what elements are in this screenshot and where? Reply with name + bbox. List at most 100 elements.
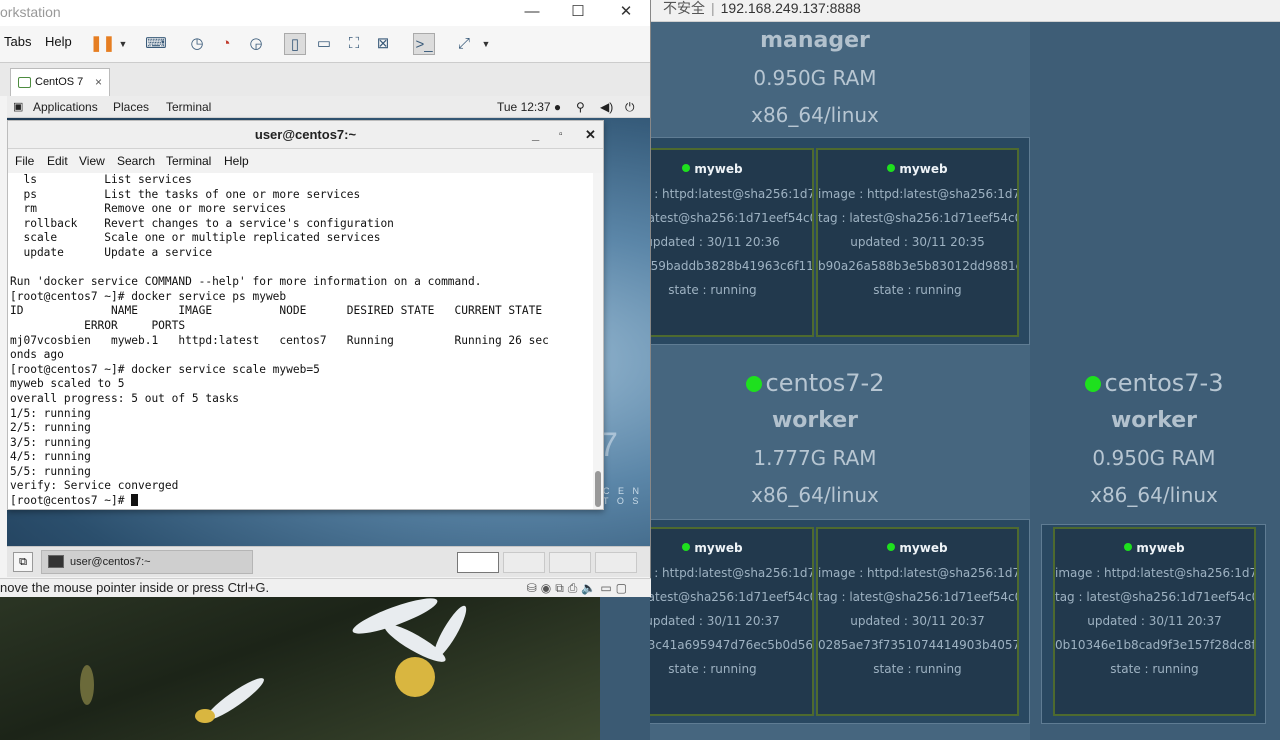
show-desktop-button[interactable]: ⧉ [13,552,33,572]
snapshot-manager-icon[interactable]: ◶ [245,33,267,55]
task-name: myweb [899,541,948,555]
terminal-line: scale Scale one or multiple replicated s… [10,231,381,245]
guest-screen[interactable]: 7 C E N T O S ▣ Applications Places Term… [7,96,650,577]
pause-icon[interactable]: ❚❚ [90,33,115,55]
task-tag: tag : latest@sha256:1d71eef54c084 [650,590,812,604]
online-dot-icon [745,376,762,392]
terminal-output[interactable]: ls List services ps List the tasks of on… [8,173,593,509]
maximize-button[interactable]: ☐ [555,0,601,26]
network-icon[interactable]: ⚲ [576,96,585,118]
task-card[interactable]: myweb image : httpd:latest@sha256:1d71e … [1053,527,1256,716]
task-card[interactable]: myweb image : httpd:latest@sha256:1d71e … [816,148,1019,337]
task-image: image : httpd:latest@sha256:1d71e [650,187,812,201]
menu-terminal[interactable]: Terminal [166,96,211,118]
terminal-icon [48,555,64,568]
menu-applications[interactable]: Applications [33,96,98,118]
stretch-icon[interactable]: ⤢ [453,33,475,55]
task-updated: updated : 30/11 20:37 [650,614,780,628]
vmware-statusbar: nove the mouse pointer inside or press C… [0,578,651,597]
snapshot-icon[interactable]: ◷ [186,33,208,55]
tab-centos7[interactable]: CentOS 7 × [10,68,110,97]
terminal-icon[interactable]: >_ [413,33,435,55]
node-arch: x86_64/linux [751,103,879,127]
menu-view[interactable]: View [79,149,105,173]
terminal-line: [root@centos7 ~]# docker service ps mywe… [10,289,287,303]
menu-tabs[interactable]: Tabs [4,34,31,49]
vmware-titlebar[interactable]: orkstation — ☐ ✕ [0,0,650,26]
node-arch: x86_64/linux [1090,483,1218,507]
menu-terminal[interactable]: Terminal [166,149,211,173]
volume-icon[interactable]: ◀) [600,96,613,118]
task-card[interactable]: myweb image : httpd:latest@sha256:1d71e … [650,527,814,716]
task-id: 0285ae73f7351074414903b4057c [818,638,1017,652]
browser-address-bar[interactable]: 不安全 | 192.168.249.137:8888 [650,0,1280,22]
terminal-close-button[interactable]: ✕ [585,121,596,149]
status-dot-icon [1124,543,1133,551]
vmware-window: orkstation — ☐ ✕ Tabs Help ❚❚ ▼ ⌨ ◷ ◔ ◶ … [0,0,651,578]
worker1-node-header: centos7-2 worker 1.777G RAM x86_64/linux [650,364,980,514]
terminal-line: overall progress: 5 out of 5 tasks [10,391,240,405]
close-button[interactable]: ✕ [603,0,649,26]
manager-node-header: manager 0.950G RAM x86_64/linux [650,22,980,134]
workspace-1[interactable] [457,552,499,573]
terminal-prompt-line[interactable]: [root@centos7 ~]# [10,494,593,509]
terminal-line: update Update a service [10,245,213,259]
task-state: state : running [668,662,757,676]
terminal-prompt: [root@centos7 ~]# [10,494,132,508]
terminal-titlebar[interactable]: user@centos7:~ _ ▫ ✕ [8,121,603,149]
device-icons[interactable]: ⛁◉⧉⎙🔈▭▢ [527,580,631,597]
terminal-line: ps List the tasks of one or more service… [10,187,361,201]
terminal-line: rollback Revert changes to a service's c… [10,216,394,230]
power-icon[interactable]: ⏻ [625,96,635,118]
menu-file[interactable]: File [15,149,34,173]
send-keys-icon[interactable]: ⌨ [145,33,167,55]
terminal-scrollbar[interactable] [593,173,603,509]
clock[interactable]: Tue 12:37 ● [497,96,561,118]
terminal-window[interactable]: user@centos7:~ _ ▫ ✕ File Edit View Sear… [7,120,604,510]
url-text[interactable]: 192.168.249.137:8888 [721,0,861,16]
task-name: myweb [899,162,948,176]
unity-icon[interactable]: ⊠ [372,33,394,55]
task-name: myweb [694,162,743,176]
dropdown-icon[interactable]: ▼ [112,33,134,55]
task-state: state : running [1110,662,1199,676]
revert-snapshot-icon[interactable]: ◔ [215,33,237,55]
task-updated: updated : 30/11 20:37 [1087,614,1222,628]
terminal-line: onds ago [10,348,64,362]
task-image: image : httpd:latest@sha256:1d71e [818,187,1017,201]
gnome-top-bar: ▣ Applications Places Terminal Tue 12:37… [7,96,650,118]
menu-places[interactable]: Places [113,96,149,118]
task-state: state : running [668,283,757,297]
taskbar-item-terminal[interactable]: user@centos7:~ [41,550,253,574]
menu-search[interactable]: Search [117,149,155,173]
task-id: b3aa259baddb3828b41963c6f116 [650,259,812,273]
terminal-maximize-button[interactable]: ▫ [559,121,563,149]
workspace-4[interactable] [595,552,637,573]
task-state: state : running [873,662,962,676]
dropdown-icon[interactable]: ▼ [475,33,497,55]
desktop-wallpaper [0,597,600,740]
terminal-line: ID NAME IMAGE NODE DESIRED STATE CURRENT… [10,304,543,318]
centos-brand-text: C E N T O S [603,486,643,506]
task-tag: tag : latest@sha256:1d71eef54c084 [818,211,1017,225]
terminal-line: 5/5: running [10,464,91,478]
console-view-icon[interactable]: ▭ [313,33,335,55]
task-image: image : httpd:latest@sha256:1d71e [650,566,812,580]
fullscreen-icon[interactable]: ⛶ [343,33,365,55]
task-card[interactable]: myweb image : httpd:latest@sha256:1d71e … [816,527,1019,716]
worker2-node-header: centos7-3 worker 0.950G RAM x86_64/linux [1042,364,1266,514]
sidebar-icon[interactable]: ▯ [284,33,306,55]
node-role: worker [771,408,859,433]
minimize-button[interactable]: — [509,0,555,26]
terminal-minimize-button[interactable]: _ [532,121,539,149]
workspace-3[interactable] [549,552,591,573]
terminal-line: 3/5: running [10,435,91,449]
task-card[interactable]: myweb image : httpd:latest@sha256:1d71e … [650,148,814,337]
workspace-2[interactable] [503,552,545,573]
menu-help[interactable]: Help [45,34,72,49]
terminal-line: mj07vcosbien myweb.1 httpd:latest centos… [10,333,549,347]
tab-close-icon[interactable]: × [95,69,102,95]
menu-edit[interactable]: Edit [47,149,68,173]
scrollbar-thumb[interactable] [595,471,601,507]
menu-help[interactable]: Help [224,149,249,173]
